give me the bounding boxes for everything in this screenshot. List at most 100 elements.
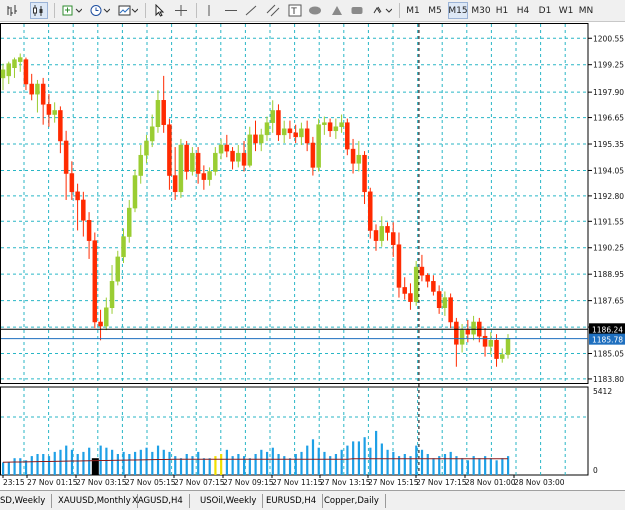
volume-bar[interactable] (323, 451, 326, 475)
candle-body[interactable] (442, 297, 448, 308)
candle-body[interactable] (167, 124, 172, 176)
timeframe-h4[interactable]: H4 (514, 2, 532, 19)
cursor-icon[interactable] (150, 2, 168, 19)
candle-body[interactable] (339, 122, 344, 127)
candle-body[interactable] (258, 134, 264, 144)
volume-bar[interactable] (248, 458, 251, 475)
candle-body[interactable] (115, 256, 121, 282)
candle-body[interactable] (253, 134, 258, 144)
candlestick-chart-icon[interactable] (30, 2, 48, 19)
candle-body[interactable] (190, 152, 195, 172)
volume-bar[interactable] (133, 451, 137, 475)
volume-bar[interactable] (317, 447, 320, 475)
rectangle-shape-icon[interactable] (348, 2, 366, 19)
candle-body[interactable] (127, 207, 132, 237)
volume-bar[interactable] (116, 454, 119, 475)
candle-body[interactable] (264, 122, 270, 136)
timeframe-m1[interactable]: M1 (404, 2, 422, 19)
periodicity-clock-icon[interactable] (88, 2, 112, 19)
volume-bar[interactable] (443, 454, 447, 475)
volume-bar[interactable] (237, 454, 240, 475)
candle-body[interactable] (46, 104, 52, 115)
candle-body[interactable] (431, 281, 436, 292)
volume-bar[interactable] (334, 454, 338, 475)
symbol-tab[interactable]: USOil,Weekly (200, 494, 264, 508)
candle-body[interactable] (390, 232, 396, 245)
candle-body[interactable] (373, 230, 379, 241)
volume-bar[interactable] (65, 445, 68, 475)
candle-body[interactable] (230, 150, 235, 162)
candle-body[interactable] (385, 226, 390, 233)
symbol-tab[interactable]: Copper,Daily (324, 494, 386, 508)
candle-body[interactable] (454, 321, 459, 345)
volume-bar[interactable] (88, 447, 91, 475)
volume-bar[interactable] (208, 458, 211, 475)
candle-body[interactable] (207, 171, 212, 180)
volume-bar[interactable] (415, 445, 418, 475)
candle-body[interactable] (402, 287, 407, 294)
candle-body[interactable] (362, 154, 367, 193)
volume-bar[interactable] (306, 445, 309, 475)
candle-body[interactable] (184, 144, 189, 172)
volume-bar[interactable] (363, 437, 366, 475)
volume-bar[interactable] (42, 454, 45, 475)
volume-bar[interactable] (466, 460, 470, 475)
triangle-shape-icon[interactable] (328, 2, 346, 19)
volume-bar[interactable] (501, 458, 504, 475)
volume-bar[interactable] (357, 441, 360, 475)
volume-bar[interactable] (352, 441, 355, 475)
volume-bar[interactable] (288, 458, 292, 475)
candle-body[interactable] (58, 110, 63, 142)
candle-body[interactable] (425, 274, 430, 282)
candle-body[interactable] (12, 59, 17, 68)
volume-bar[interactable] (277, 454, 280, 475)
candle-body[interactable] (316, 124, 321, 168)
volume-bar[interactable] (225, 449, 229, 475)
timeframe-d1[interactable]: D1 (536, 2, 554, 19)
volume-bar[interactable] (111, 449, 114, 475)
volume-bar[interactable] (420, 449, 424, 475)
candle-body[interactable] (247, 134, 253, 166)
volume-bar[interactable] (2, 462, 5, 475)
volume-bar[interactable] (59, 449, 62, 475)
volume-bar[interactable] (185, 454, 188, 475)
volume-bar[interactable] (294, 454, 297, 475)
candle-body[interactable] (23, 59, 29, 85)
candle-body[interactable] (69, 173, 75, 193)
timeframe-h1[interactable]: H1 (494, 2, 510, 19)
candle-body[interactable] (448, 297, 453, 323)
volume-bar[interactable] (19, 458, 22, 475)
volume-bar[interactable] (403, 454, 406, 475)
candle-body[interactable] (396, 244, 402, 288)
price-chart[interactable]: 1200.55 1199.25 1197.90 1196.65 1195.35 1194.… (0, 23, 625, 488)
candle-body[interactable] (322, 122, 327, 125)
volume-bar[interactable] (461, 458, 464, 475)
candle-body[interactable] (104, 307, 109, 327)
volume-bar[interactable] (156, 445, 160, 475)
candle-body[interactable] (17, 57, 23, 62)
volume-bar[interactable] (369, 447, 372, 475)
candle-body[interactable] (408, 293, 413, 302)
candle-body[interactable] (92, 240, 98, 323)
candle-body[interactable] (488, 340, 494, 347)
volume-bar[interactable] (478, 458, 481, 475)
volume-bar[interactable] (432, 458, 435, 475)
candle-body[interactable] (178, 144, 184, 193)
candle-body[interactable] (327, 122, 333, 132)
volume-bar[interactable] (168, 451, 171, 475)
candle-body[interactable] (109, 281, 115, 308)
volume-bar[interactable] (30, 456, 33, 475)
volume-bar[interactable] (139, 449, 142, 475)
volume-bar[interactable] (386, 449, 389, 475)
candle-body[interactable] (138, 154, 143, 176)
candle-body[interactable] (379, 226, 384, 241)
volume-bar[interactable] (340, 449, 343, 475)
volume-bar[interactable] (179, 458, 183, 475)
volume-bar[interactable] (220, 454, 223, 475)
candle-body[interactable] (29, 83, 34, 95)
volume-bar[interactable] (47, 456, 51, 475)
volume-bar[interactable] (70, 449, 74, 475)
candle-body[interactable] (236, 152, 241, 162)
volume-bar[interactable] (495, 460, 498, 475)
candle-body[interactable] (218, 144, 224, 154)
